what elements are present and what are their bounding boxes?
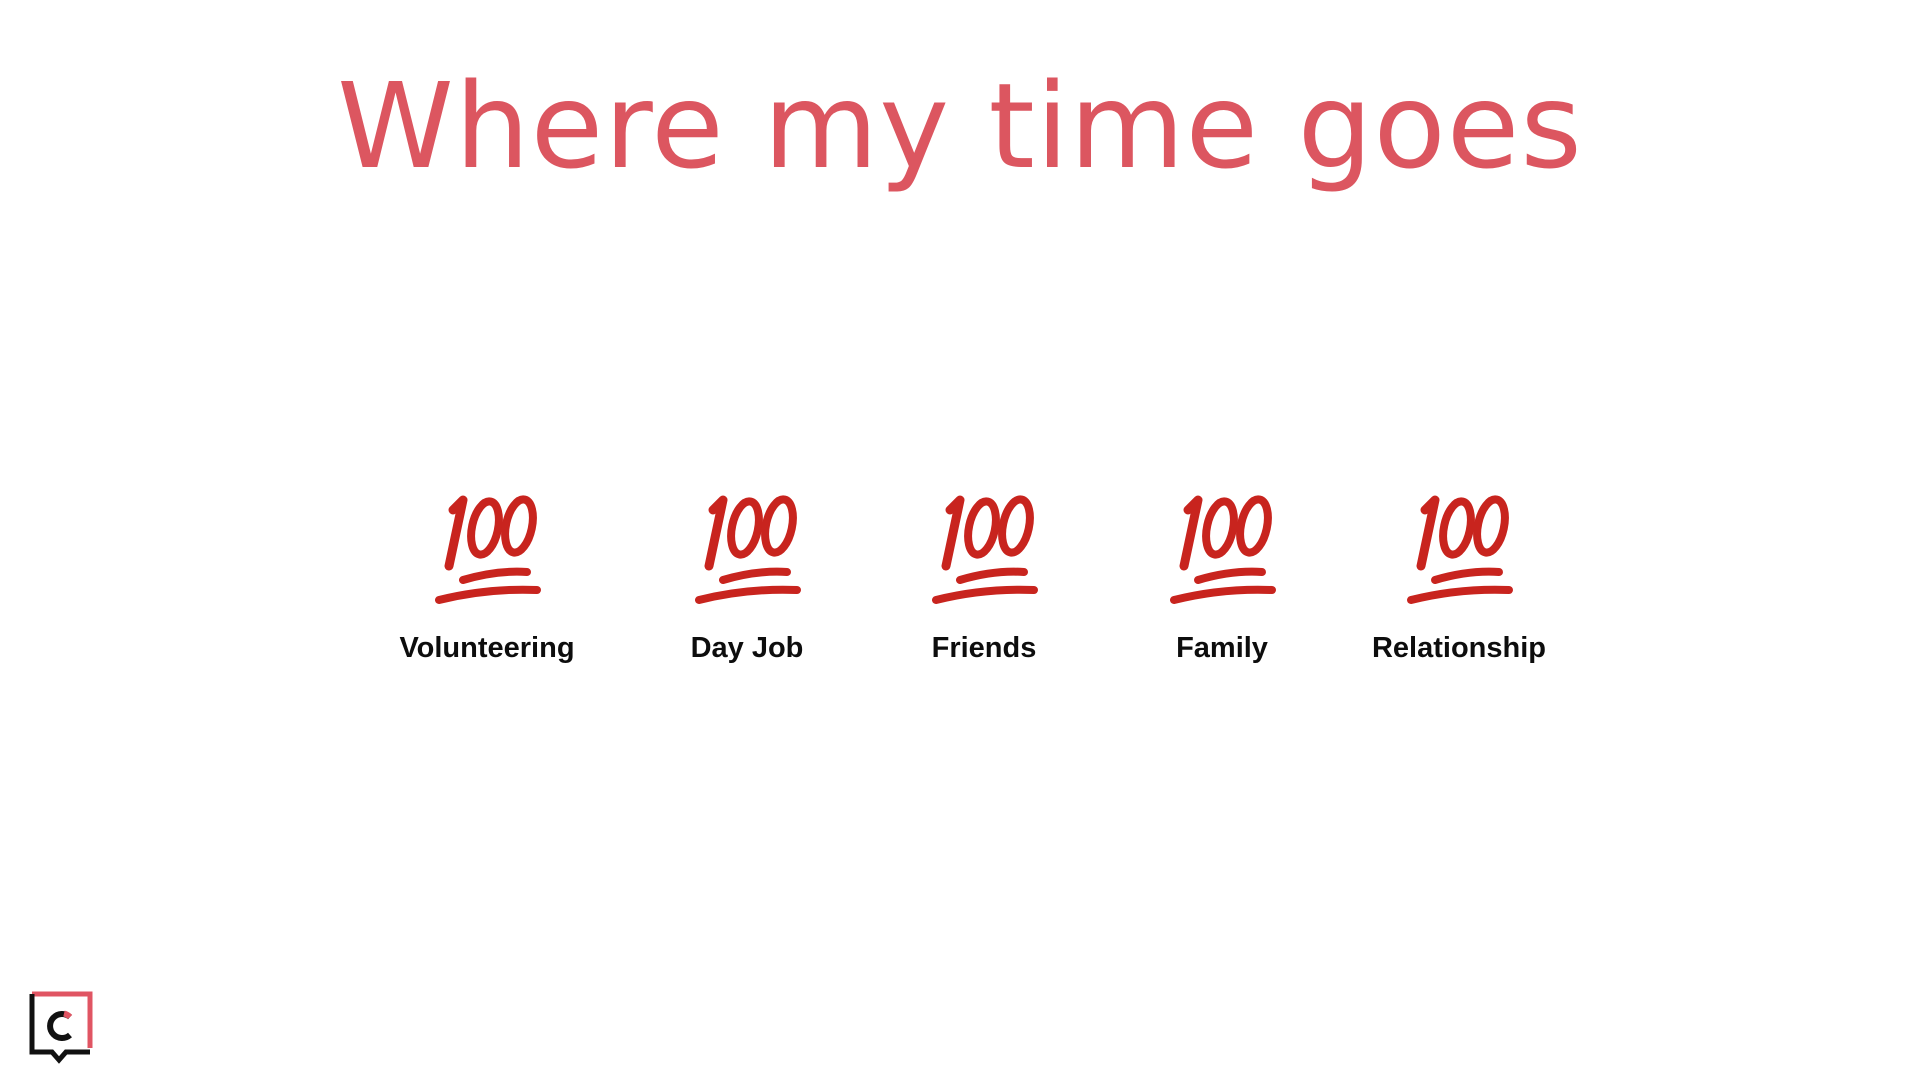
category-label: Volunteering [399, 632, 575, 664]
hundred-points-icon [1162, 490, 1282, 610]
hundred-points-icon [687, 490, 807, 610]
category-label: Day Job [690, 632, 804, 664]
category-label: Family [1176, 632, 1268, 664]
hundred-points-icon [924, 490, 1044, 610]
category-item-day-job: Day Job [627, 490, 867, 665]
category-item-relationship: Relationship [1339, 490, 1579, 665]
category-label: Friends [931, 632, 1037, 664]
category-item-friends: Friends [864, 490, 1104, 665]
category-item-family: Family [1102, 490, 1342, 665]
brand-logo-c-icon [29, 991, 93, 1064]
slide: Where my time goes Volunteering Day Job … [0, 0, 1920, 1080]
category-label: Relationship [1371, 632, 1546, 664]
hundred-points-icon [1399, 490, 1519, 610]
category-item-volunteering: Volunteering [367, 490, 607, 665]
slide-title: Where my time goes [337, 57, 1583, 195]
hundred-points-icon [427, 490, 547, 610]
